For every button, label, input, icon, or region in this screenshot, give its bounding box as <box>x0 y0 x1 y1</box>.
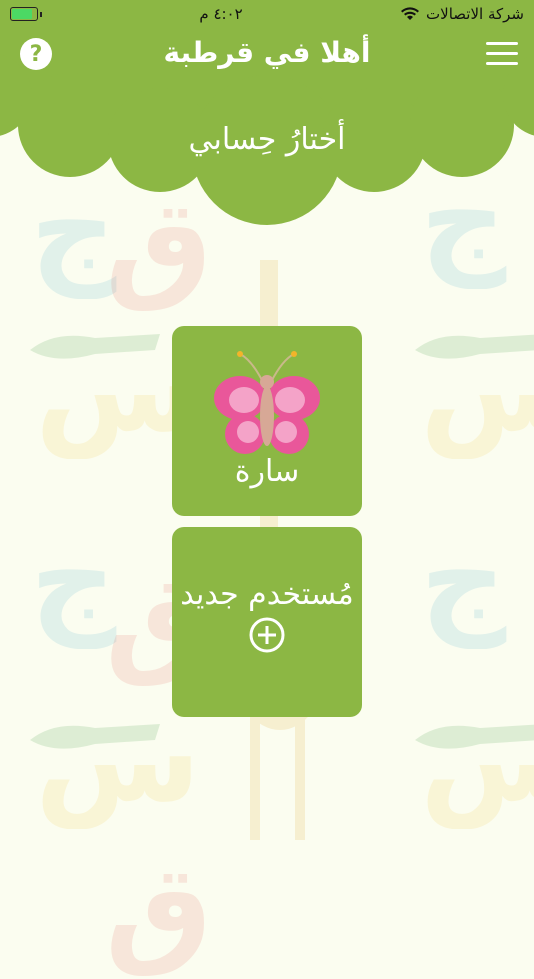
page-subtitle: أختارُ حِسابي <box>188 122 346 157</box>
bg-letter-icon: ق <box>105 840 213 979</box>
status-bar: ٤:٠٢ م شركة الاتصالات <box>0 0 534 28</box>
hamburger-line <box>486 42 518 45</box>
app-title: أهلا في قرطبة <box>163 36 371 69</box>
bg-letter-icon: س <box>35 690 201 829</box>
bg-letter-icon: ج <box>30 510 117 649</box>
crocodile-icon <box>30 724 160 749</box>
account-card-sara[interactable]: سارة <box>172 326 362 516</box>
question-icon: ? <box>29 41 43 67</box>
battery-icon <box>10 7 42 21</box>
wifi-icon <box>401 7 420 20</box>
bg-letter-icon: س <box>420 690 534 829</box>
plus-circle-icon <box>249 617 285 653</box>
crocodile-icon <box>415 724 534 749</box>
hamburger-line <box>486 62 518 65</box>
header-cloud-shape <box>0 0 534 225</box>
menu-button[interactable] <box>486 42 518 68</box>
account-name: سارة <box>234 454 300 489</box>
crocodile-icon <box>415 334 534 359</box>
butterfly-icon <box>214 351 320 454</box>
hamburger-line <box>486 52 518 55</box>
help-button[interactable]: ? <box>20 38 52 70</box>
crocodile-icon <box>30 334 160 359</box>
new-user-label: مُستخدم جديد <box>180 577 354 612</box>
status-time: ٤:٠٢ م <box>199 5 243 23</box>
new-user-card[interactable]: مُستخدم جديد <box>172 527 362 717</box>
header: ? أهلا في قرطبة أختارُ حِسابي <box>0 0 534 230</box>
carrier-name: شركة الاتصالات <box>426 5 524 23</box>
bg-letter-icon: س <box>420 320 534 459</box>
bg-letter-icon: ج <box>420 510 507 649</box>
